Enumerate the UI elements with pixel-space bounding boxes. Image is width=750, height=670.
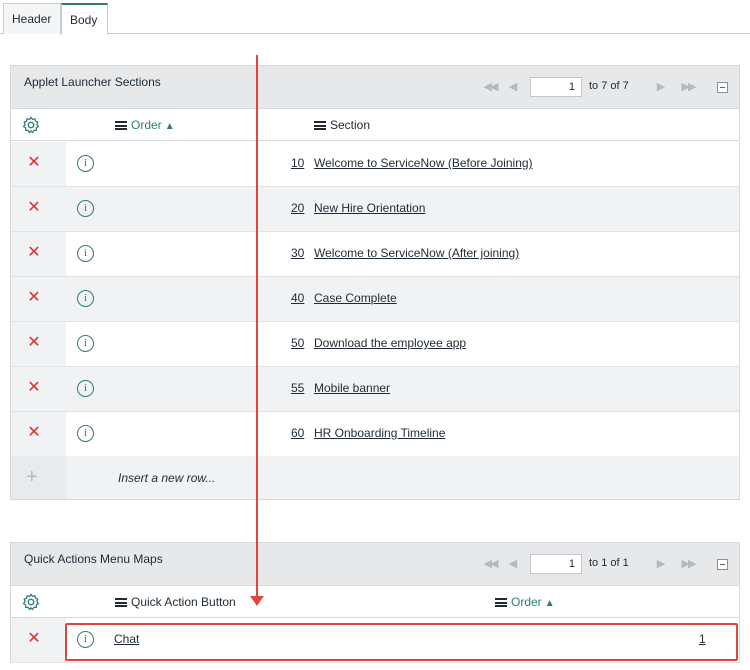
- delete-icon[interactable]: ✕: [26, 245, 42, 261]
- last-page-icon[interactable]: ▶▶: [677, 80, 699, 96]
- column-section-label: Section: [330, 118, 371, 132]
- annotation-arrow-line: [256, 55, 258, 597]
- pager: ◀◀ ◀ 1 to 1 of 1 ▶ ▶▶: [479, 543, 739, 587]
- prev-page-icon[interactable]: ◀: [506, 80, 518, 96]
- column-header-row: Quick Action Button Order ▲: [10, 586, 740, 618]
- order-link[interactable]: 55: [291, 381, 304, 395]
- column-quick-action-button[interactable]: Quick Action Button: [115, 595, 236, 609]
- order-link[interactable]: 20: [291, 201, 304, 215]
- table-row: ✕ i 40 Case Complete: [10, 277, 740, 322]
- sort-ascending-icon: ▲: [164, 121, 175, 132]
- list-title: Quick Actions Menu Maps: [24, 552, 163, 566]
- table-row: ✕ i 30 Welcome to ServiceNow (After joining…: [10, 232, 740, 277]
- plus-cell: +: [11, 456, 66, 499]
- next-page-icon[interactable]: ▶: [654, 80, 666, 96]
- column-order-label: Order: [511, 595, 542, 609]
- table-row: ✕ i 20 New Hire Orientation: [10, 187, 740, 232]
- gear-icon[interactable]: [22, 593, 40, 611]
- column-button-label: Quick Action Button: [131, 595, 236, 609]
- order-link[interactable]: 30: [291, 246, 304, 260]
- column-menu-icon[interactable]: [314, 121, 326, 130]
- info-icon[interactable]: i: [77, 200, 94, 217]
- info-icon[interactable]: i: [77, 335, 94, 352]
- delete-icon[interactable]: ✕: [26, 155, 42, 171]
- column-order[interactable]: Order ▲: [495, 595, 555, 609]
- page-count: to 1 of 1: [589, 557, 629, 569]
- page-count: to 7 of 7: [589, 80, 629, 92]
- tab-header[interactable]: Header: [3, 3, 61, 34]
- list-header: Applet Launcher Sections ◀◀ ◀ 1 to 7 of …: [10, 65, 740, 109]
- delete-cell: ✕: [11, 232, 66, 276]
- section-link[interactable]: Download the employee app: [314, 336, 466, 350]
- info-icon[interactable]: i: [77, 290, 94, 307]
- table-row: ✕ i 60 HR Onboarding Timeline: [10, 412, 740, 457]
- last-page-icon[interactable]: ▶▶: [677, 557, 699, 573]
- info-icon[interactable]: i: [77, 380, 94, 397]
- order-link[interactable]: 10: [291, 156, 304, 170]
- column-section[interactable]: Section: [314, 118, 370, 132]
- gear-icon[interactable]: [22, 116, 40, 134]
- first-page-icon[interactable]: ◀◀: [479, 80, 501, 96]
- delete-cell: ✕: [11, 322, 66, 366]
- column-order-label: Order: [131, 118, 162, 132]
- delete-icon[interactable]: ✕: [26, 290, 42, 306]
- delete-cell: ✕: [11, 618, 66, 662]
- plus-icon[interactable]: +: [26, 466, 38, 489]
- delete-icon[interactable]: ✕: [26, 335, 42, 351]
- table-row: ✕ i 10 Welcome to ServiceNow (Before Joinin…: [10, 142, 740, 187]
- column-menu-icon[interactable]: [115, 121, 127, 130]
- info-icon[interactable]: i: [77, 245, 94, 262]
- list-title: Applet Launcher Sections: [24, 75, 161, 89]
- tab-body[interactable]: Body: [61, 3, 108, 35]
- delete-cell: ✕: [11, 412, 66, 456]
- column-order[interactable]: Order ▲: [115, 118, 175, 132]
- insert-new-row[interactable]: + Insert a new row...: [10, 456, 740, 500]
- section-link[interactable]: New Hire Orientation: [314, 201, 425, 215]
- sort-ascending-icon: ▲: [544, 598, 555, 609]
- next-page-icon[interactable]: ▶: [654, 557, 666, 573]
- section-link[interactable]: Welcome to ServiceNow (After joining): [314, 246, 519, 260]
- info-icon[interactable]: i: [77, 425, 94, 442]
- first-page-icon[interactable]: ◀◀: [479, 557, 501, 573]
- order-link[interactable]: 60: [291, 426, 304, 440]
- prev-page-icon[interactable]: ◀: [506, 557, 518, 573]
- delete-icon[interactable]: ✕: [26, 425, 42, 441]
- order-link[interactable]: 50: [291, 336, 304, 350]
- page-input[interactable]: 1: [530, 554, 582, 574]
- order-link[interactable]: 40: [291, 291, 304, 305]
- section-link[interactable]: Case Complete: [314, 291, 397, 305]
- table-row: ✕ i 55 Mobile banner: [10, 367, 740, 412]
- table-row: ✕ i 50 Download the employee app: [10, 322, 740, 367]
- pager: ◀◀ ◀ 1 to 7 of 7 ▶ ▶▶: [479, 66, 739, 110]
- delete-cell: ✕: [11, 142, 66, 186]
- column-menu-icon[interactable]: [495, 598, 507, 607]
- column-menu-icon[interactable]: [115, 598, 127, 607]
- delete-icon[interactable]: ✕: [26, 631, 42, 647]
- annotation-arrow-head: [250, 596, 264, 606]
- info-icon[interactable]: i: [77, 155, 94, 172]
- delete-icon[interactable]: ✕: [26, 380, 42, 396]
- page-input[interactable]: 1: [530, 77, 582, 97]
- delete-cell: ✕: [11, 367, 66, 411]
- delete-icon[interactable]: ✕: [26, 200, 42, 216]
- delete-cell: ✕: [11, 187, 66, 231]
- section-link[interactable]: Mobile banner: [314, 381, 390, 395]
- collapse-icon[interactable]: [717, 82, 728, 93]
- insert-row-text[interactable]: Insert a new row...: [118, 471, 215, 485]
- delete-cell: ✕: [11, 277, 66, 321]
- section-link[interactable]: HR Onboarding Timeline: [314, 426, 445, 440]
- annotation-highlight-box: [65, 623, 738, 661]
- column-header-row: Order ▲ Section: [10, 109, 740, 141]
- form-tabs: Header Body: [0, 0, 750, 35]
- collapse-icon[interactable]: [717, 559, 728, 570]
- list-header: Quick Actions Menu Maps ◀◀ ◀ 1 to 1 of 1…: [10, 542, 740, 586]
- section-link[interactable]: Welcome to ServiceNow (Before Joining): [314, 156, 533, 170]
